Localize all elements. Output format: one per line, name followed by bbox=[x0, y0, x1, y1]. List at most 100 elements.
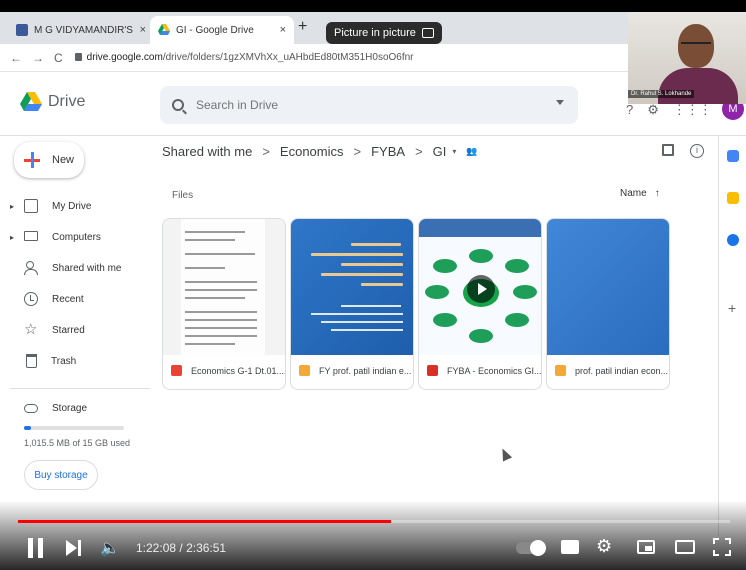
sidebar-item-trash[interactable]: Trash bbox=[10, 349, 76, 373]
storage-used-text: 1,015.5 MB of 15 GB used bbox=[24, 438, 131, 448]
new-button[interactable]: New bbox=[14, 142, 84, 178]
people-icon bbox=[24, 261, 38, 275]
time-separator: / bbox=[176, 541, 187, 555]
expand-arrow-icon[interactable]: ▸ bbox=[10, 233, 20, 242]
letterbox-top bbox=[0, 0, 746, 12]
search-options-icon[interactable] bbox=[556, 100, 564, 105]
pip-label: Picture in picture bbox=[334, 27, 416, 39]
breadcrumb-item[interactable]: FYBA bbox=[371, 144, 405, 159]
video-frame: M G VIDYAMANDIR'S × GI - Google Drive × … bbox=[0, 0, 746, 570]
sort-control[interactable]: Name ↑ bbox=[620, 188, 660, 199]
expand-arrow-icon[interactable]: ▸ bbox=[10, 202, 20, 211]
sidebar-item-my-drive[interactable]: ▸ My Drive bbox=[10, 194, 91, 218]
clock-icon bbox=[24, 292, 38, 306]
mouse-cursor-icon bbox=[497, 446, 513, 462]
sidebar-item-shared-with-me[interactable]: Shared with me bbox=[10, 256, 121, 280]
sort-direction-icon[interactable]: ↑ bbox=[655, 188, 660, 199]
current-time: 1:22:08 bbox=[136, 541, 177, 555]
pause-button[interactable] bbox=[28, 538, 44, 558]
side-panel: + bbox=[718, 136, 746, 536]
sidebar-item-computers[interactable]: ▸ Computers bbox=[10, 225, 101, 249]
tasks-icon[interactable] bbox=[727, 234, 739, 246]
video-progress-bar[interactable] bbox=[18, 520, 730, 523]
pip-icon bbox=[421, 28, 434, 38]
trash-icon bbox=[26, 354, 37, 368]
sidebar-item-starred[interactable]: ☆ Starred bbox=[10, 318, 85, 342]
sidebar-item-label: Trash bbox=[51, 355, 77, 367]
browser-tabstrip: M G VIDYAMANDIR'S × GI - Google Drive × … bbox=[0, 12, 630, 44]
picture-in-picture-tooltip: Picture in picture bbox=[326, 22, 442, 44]
forward-button[interactable]: → bbox=[32, 51, 44, 65]
search-box[interactable] bbox=[160, 86, 578, 124]
storage-meter bbox=[24, 426, 124, 430]
sidebar-item-recent[interactable]: Recent bbox=[10, 287, 84, 311]
apps-icon[interactable]: ⋮⋮⋮ bbox=[673, 102, 712, 118]
sidebar-item-label: Recent bbox=[52, 293, 84, 305]
search-icon[interactable] bbox=[172, 99, 184, 111]
volume-icon[interactable]: 🔈 bbox=[100, 538, 120, 558]
sidebar-item-label: Shared with me bbox=[52, 262, 122, 274]
address-bar: ← → C drive.google.com/drive/folders/1gz… bbox=[0, 44, 630, 72]
url-field[interactable]: drive.google.com/drive/folders/1gzXMVhXx… bbox=[74, 52, 414, 63]
file-card[interactable]: FY prof. patil indian e... bbox=[290, 218, 414, 390]
new-tab-button[interactable]: + bbox=[298, 18, 307, 36]
sidebar-item-label: Starred bbox=[52, 324, 85, 336]
browser-tab-vidyamandir[interactable]: M G VIDYAMANDIR'S × bbox=[8, 16, 154, 44]
tab-title: M G VIDYAMANDIR'S bbox=[34, 24, 133, 36]
sidebar-item-label: My Drive bbox=[52, 200, 92, 212]
file-card[interactable]: Economics G-1 Dt.01.... bbox=[162, 218, 286, 390]
shared-folder-icon[interactable]: 👥 bbox=[466, 146, 477, 157]
lock-icon bbox=[74, 53, 82, 61]
next-button[interactable] bbox=[66, 540, 82, 556]
file-thumbnail bbox=[419, 219, 541, 355]
sidebar-divider bbox=[10, 388, 150, 389]
plus-icon bbox=[24, 152, 40, 168]
file-card[interactable]: FYBA - Economics GI.... bbox=[418, 218, 542, 390]
sidebar-item-label: Storage bbox=[52, 402, 88, 414]
fullscreen-icon[interactable] bbox=[713, 538, 731, 556]
video-time: 1:22:08 / 2:36:51 bbox=[136, 541, 226, 555]
header-icons: ? ⚙ ⋮⋮⋮ bbox=[626, 102, 712, 118]
theater-mode-icon[interactable] bbox=[675, 540, 695, 554]
autoplay-toggle[interactable] bbox=[516, 540, 546, 556]
breadcrumb-item[interactable]: Shared with me bbox=[162, 144, 252, 159]
settings-icon[interactable]: ⚙ bbox=[647, 102, 659, 118]
breadcrumb: Shared with me > Economics > FYBA > GI ▾… bbox=[162, 144, 478, 159]
tab-favicon-icon bbox=[16, 24, 28, 36]
play-overlay-icon[interactable] bbox=[467, 275, 495, 303]
file-card[interactable]: prof. patil indian econ... bbox=[546, 218, 670, 390]
settings-icon[interactable]: ⚙ bbox=[596, 536, 612, 557]
tab-title: GI - Google Drive bbox=[176, 24, 254, 36]
reload-button[interactable]: C bbox=[54, 51, 63, 65]
breadcrumb-current[interactable]: GI bbox=[433, 144, 447, 159]
tab-close-icon[interactable]: × bbox=[140, 24, 146, 36]
breadcrumb-item[interactable]: Economics bbox=[280, 144, 344, 159]
file-thumbnail bbox=[291, 219, 413, 355]
slides-file-icon bbox=[555, 365, 566, 376]
file-name: Economics G-1 Dt.01.... bbox=[191, 365, 286, 376]
help-icon[interactable]: ? bbox=[626, 102, 633, 118]
breadcrumb-separator: > bbox=[353, 144, 362, 159]
drive-icon bbox=[24, 199, 38, 213]
search-input[interactable] bbox=[196, 98, 536, 112]
file-caption: FY prof. patil indian e... bbox=[299, 365, 411, 376]
keep-icon[interactable] bbox=[727, 192, 739, 204]
file-thumbnail bbox=[163, 219, 285, 355]
info-icon[interactable]: i bbox=[690, 144, 704, 158]
calendar-icon[interactable] bbox=[727, 150, 739, 162]
file-name: prof. patil indian econ... bbox=[575, 365, 669, 376]
tab-close-icon[interactable]: × bbox=[280, 24, 286, 36]
browser-tab-drive[interactable]: GI - Google Drive × bbox=[150, 16, 294, 44]
view-controls: i bbox=[662, 144, 704, 158]
breadcrumb-separator: > bbox=[415, 144, 423, 159]
buy-storage-button[interactable]: Buy storage bbox=[24, 460, 98, 490]
subtitles-icon[interactable] bbox=[561, 540, 579, 554]
list-view-icon[interactable] bbox=[662, 144, 674, 156]
miniplayer-icon[interactable] bbox=[637, 540, 655, 554]
drive-logo[interactable]: Drive bbox=[20, 92, 85, 112]
folder-menu-caret-icon[interactable]: ▾ bbox=[452, 147, 456, 156]
add-addon-icon[interactable]: + bbox=[728, 300, 736, 316]
sidebar-item-storage[interactable]: Storage bbox=[10, 396, 87, 420]
file-caption: FYBA - Economics GI.... bbox=[427, 365, 541, 376]
back-button[interactable]: ← bbox=[10, 51, 22, 65]
